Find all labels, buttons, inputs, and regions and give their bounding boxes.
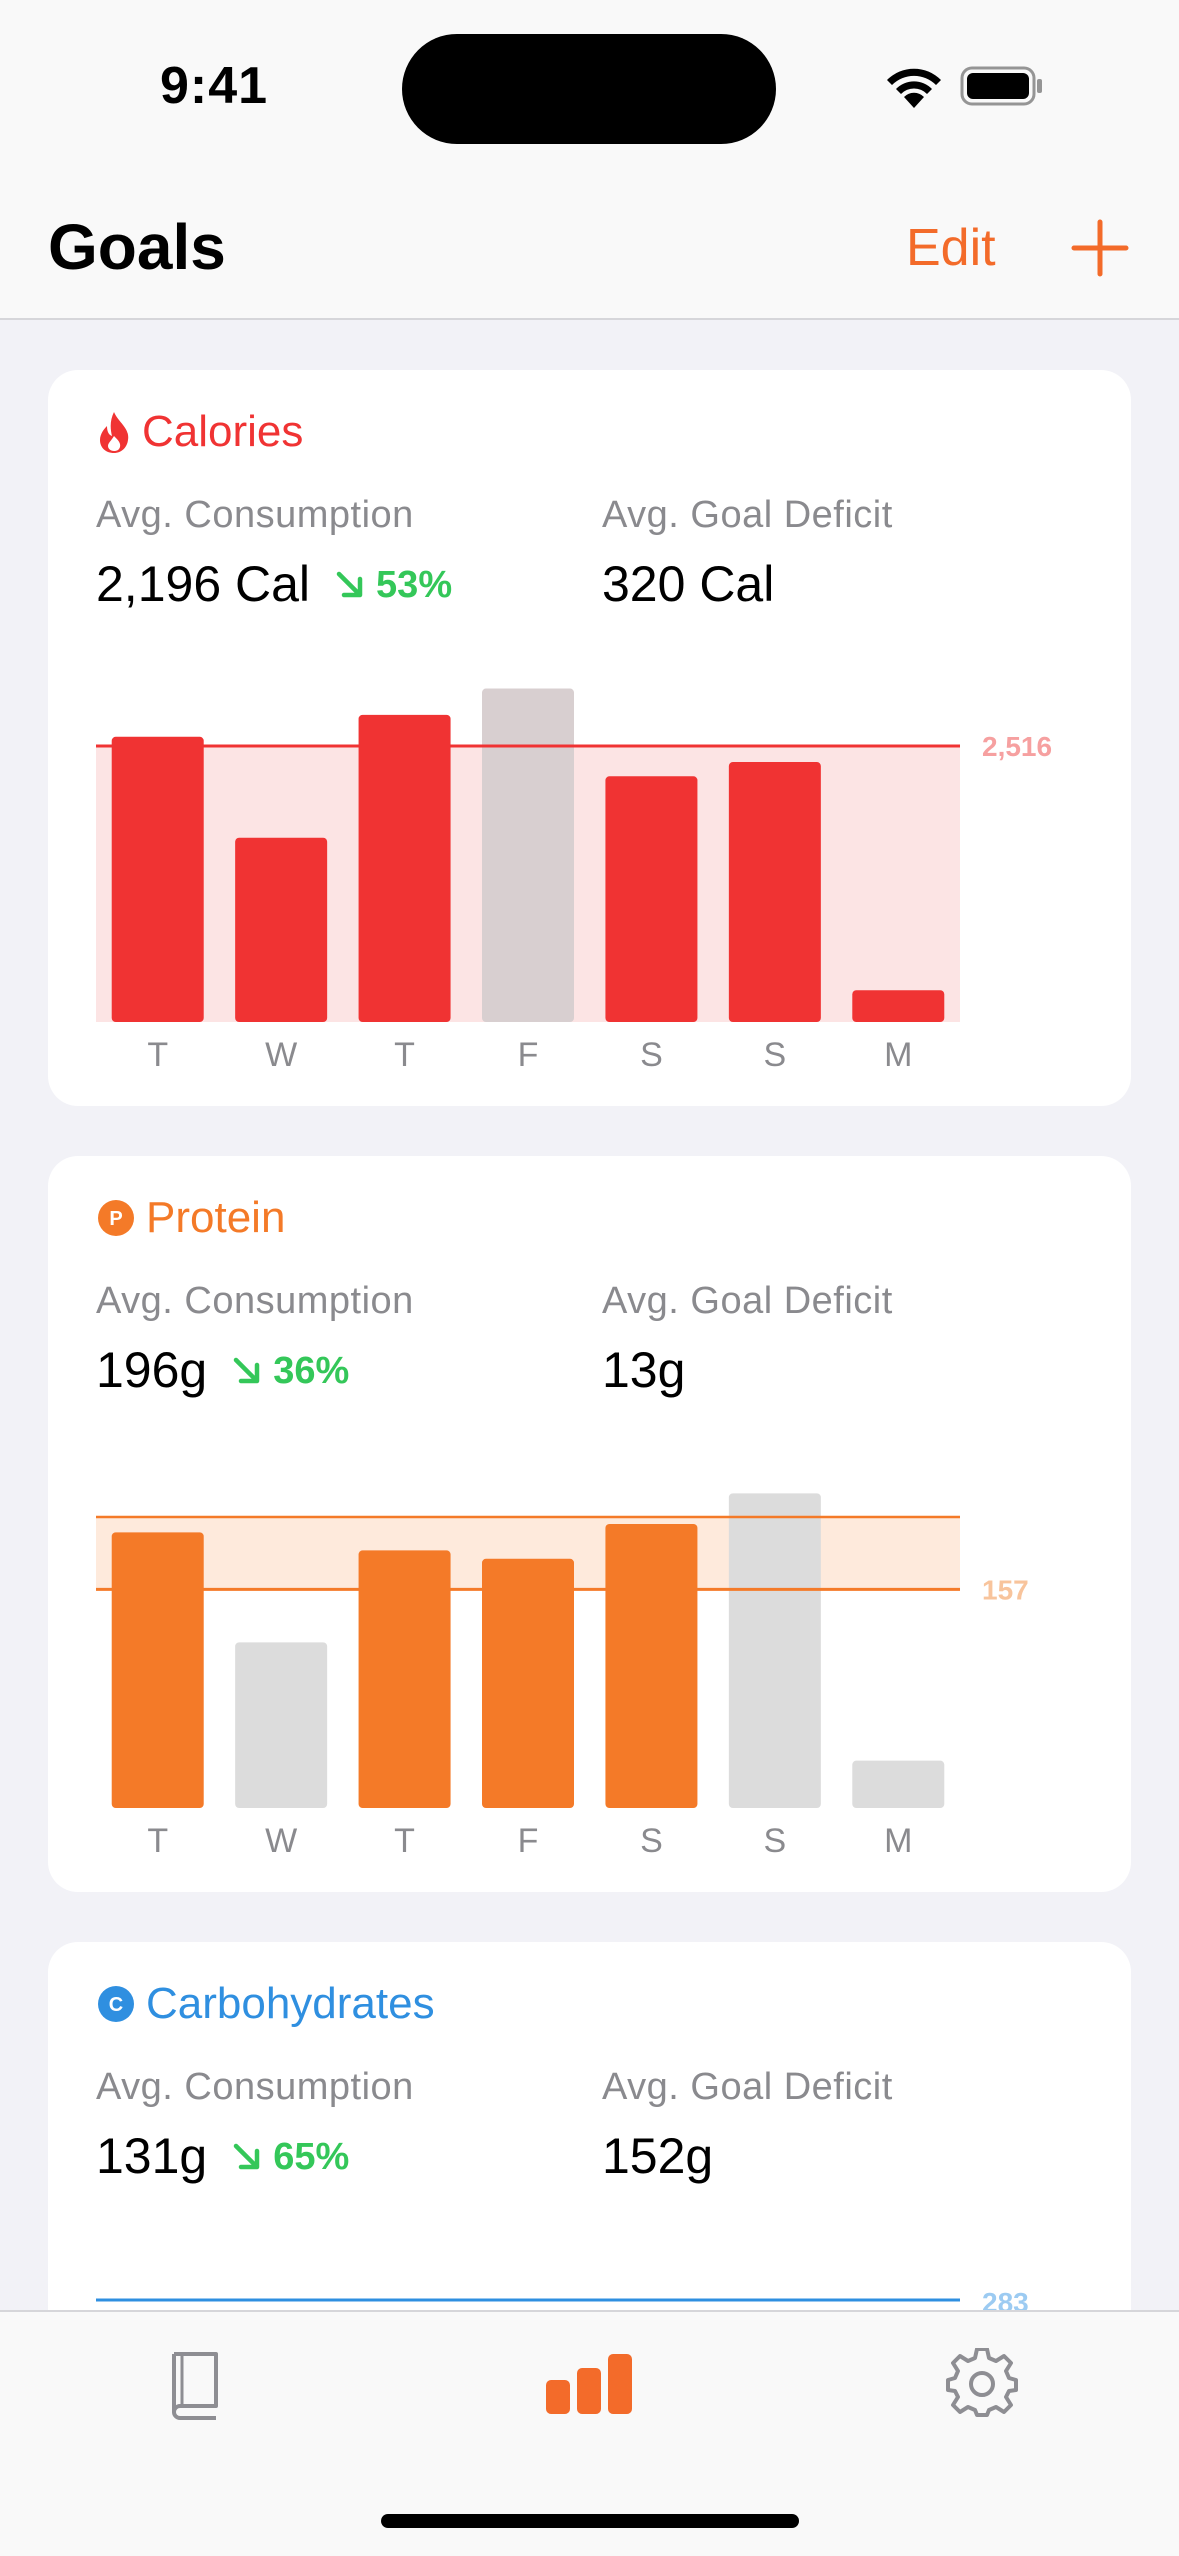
chart-bar bbox=[605, 776, 698, 1022]
x-tick-label: W bbox=[265, 1036, 297, 1074]
x-tick-label: T bbox=[147, 1036, 168, 1074]
carbohydrates-card[interactable]: C Carbohydrates Avg. Consumption 131g 65… bbox=[48, 1942, 1131, 2362]
chart-bar bbox=[728, 1493, 821, 1808]
chart-bar bbox=[852, 1760, 945, 1808]
x-tick-label: F bbox=[518, 1036, 539, 1074]
x-tick-label: T bbox=[394, 1822, 415, 1860]
x-tick-label: S bbox=[640, 1822, 663, 1860]
protein-card[interactable]: P Protein Avg. Consumption 196g 36% Avg.… bbox=[48, 1156, 1131, 1892]
x-tick-label: M bbox=[884, 1822, 912, 1860]
goal-label: 157 bbox=[982, 1574, 1029, 1605]
book-icon[interactable] bbox=[166, 2348, 224, 2420]
goal-label: 2,516 bbox=[982, 731, 1052, 762]
x-tick-label: S bbox=[764, 1822, 787, 1860]
chart-bar bbox=[111, 736, 204, 1022]
carbohydrates-chart: 283 bbox=[96, 2287, 1029, 2318]
chart-bar bbox=[728, 762, 821, 1022]
chart-bar bbox=[605, 1523, 698, 1808]
x-tick-label: F bbox=[518, 1822, 539, 1860]
edit-button[interactable]: Edit bbox=[906, 218, 996, 278]
x-tick-label: M bbox=[884, 1036, 912, 1074]
chart-bars-icon[interactable] bbox=[544, 2352, 634, 2416]
chart-bar bbox=[482, 688, 574, 1022]
status-time: 9:41 bbox=[160, 57, 269, 115]
chart-bar bbox=[852, 990, 945, 1022]
add-goal-button[interactable] bbox=[1068, 216, 1132, 280]
chart-bar bbox=[111, 1532, 204, 1808]
dynamic-island bbox=[402, 34, 776, 144]
chart-bar bbox=[235, 1642, 328, 1808]
wifi-icon bbox=[887, 68, 941, 108]
calories-chart: T W T F S S M 2,516 bbox=[96, 688, 1052, 1074]
x-tick-label: W bbox=[265, 1822, 297, 1860]
x-tick-label: S bbox=[764, 1036, 787, 1074]
x-tick-label: S bbox=[640, 1036, 663, 1074]
chart-bar bbox=[482, 1558, 574, 1808]
gear-icon[interactable] bbox=[946, 2348, 1018, 2420]
calories-card[interactable]: Calories Avg. Consumption 2,196 Cal 53% … bbox=[48, 370, 1131, 1106]
protein-chart: T W T F S S M 157 bbox=[96, 1493, 1029, 1860]
navigation-bar: Goals Edit bbox=[0, 180, 1179, 320]
battery-icon bbox=[960, 66, 1042, 106]
chart-bar bbox=[358, 714, 451, 1022]
page-title: Goals bbox=[48, 211, 226, 283]
status-bar: 9:41 bbox=[0, 0, 1179, 180]
x-tick-label: T bbox=[394, 1036, 415, 1074]
x-tick-label: T bbox=[147, 1822, 168, 1860]
home-indicator bbox=[381, 2514, 799, 2528]
chart-bar bbox=[235, 837, 328, 1022]
